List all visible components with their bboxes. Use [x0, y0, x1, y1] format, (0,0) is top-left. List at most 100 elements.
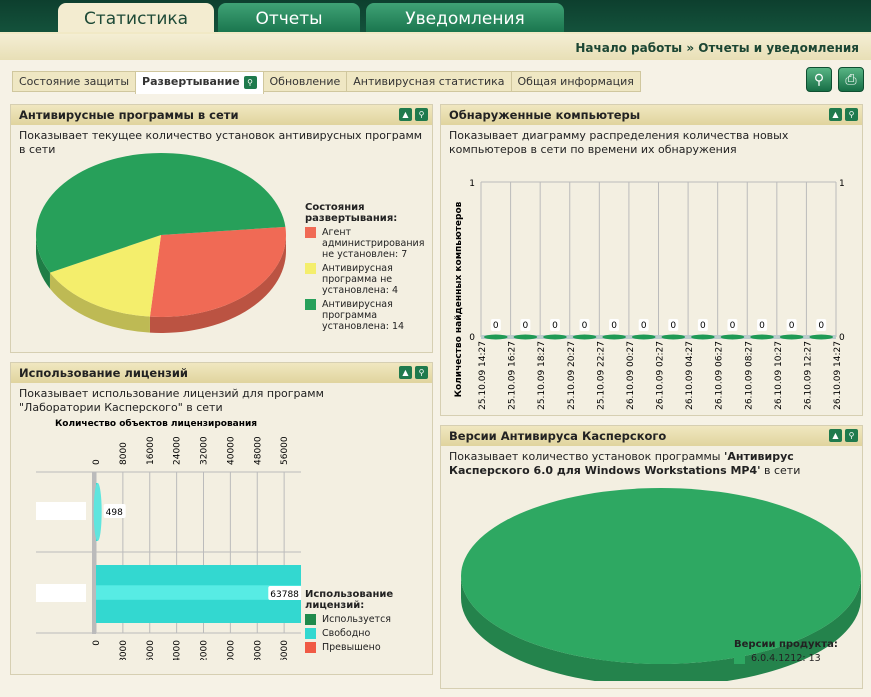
- subtab-deployment[interactable]: Развертывание ⚲: [135, 71, 264, 94]
- legend-label: Свободно: [322, 628, 371, 639]
- collapse-icon[interactable]: ▲: [399, 108, 412, 121]
- tab-statistics[interactable]: Статистика: [58, 3, 214, 34]
- legend-swatch: [305, 227, 316, 238]
- data-label: 0: [552, 321, 558, 331]
- sub-tabs: Состояние защиты Развертывание ⚲ Обновле…: [12, 71, 641, 94]
- license-bar-chart: Количество объектов лицензирования 0 0 8000…: [36, 418, 301, 660]
- panel-description: Показывает количество установок программ…: [441, 446, 862, 482]
- column: [720, 334, 745, 340]
- panel-licenses: Использование лицензий ▲ ⚲ Показывает исп…: [10, 362, 433, 675]
- tick-label-top: 8000: [119, 442, 129, 465]
- pie-slice: [149, 226, 286, 317]
- legend-swatch: [305, 299, 316, 310]
- settings-button[interactable]: ⚲: [806, 67, 832, 92]
- x-tick-label: 26.10.09 12:27: [803, 341, 813, 410]
- tick-label-bottom: 56000: [280, 640, 290, 660]
- wrench-icon[interactable]: ⚲: [415, 108, 428, 121]
- data-label: 0: [759, 321, 765, 331]
- bar-cap: [93, 483, 102, 541]
- tick-label-top: 24000: [173, 436, 183, 465]
- legend-label: Используется: [322, 614, 392, 625]
- data-label: 498: [106, 508, 123, 518]
- data-label: 0: [700, 321, 706, 331]
- desc-text: Показывает количество установок программ…: [449, 450, 724, 463]
- x-tick-label: 26.10.09 14:27: [833, 341, 843, 410]
- x-tick-label: 25.10.09 22:27: [596, 341, 606, 410]
- tick-label-top: 48000: [253, 436, 263, 465]
- x-tick-label: 26.10.09 04:27: [685, 341, 695, 410]
- wrench-icon[interactable]: ⚲: [243, 76, 257, 89]
- collapse-icon[interactable]: ▲: [399, 366, 412, 379]
- pie-legend: Состояния развертывания: Агент администр…: [305, 202, 424, 332]
- legend-item: Превышено: [305, 642, 425, 653]
- data-label: 0: [582, 321, 588, 331]
- redacted-label: [36, 584, 86, 602]
- wrench-icon[interactable]: ⚲: [845, 429, 858, 442]
- redacted-label: [36, 502, 86, 520]
- tick-label-bottom: 8000: [119, 640, 129, 660]
- data-label: 0: [818, 321, 824, 331]
- column: [484, 334, 508, 340]
- subtab-general[interactable]: Общая информация: [510, 71, 641, 92]
- collapse-icon[interactable]: ▲: [829, 108, 842, 121]
- tick-label-bottom: 24000: [173, 640, 183, 660]
- subtab-av-stats[interactable]: Антивирусная статистика: [346, 71, 512, 92]
- legend-item: Агент администрирования не установлен: 7: [305, 227, 424, 260]
- legend-title: Версии продукта:: [734, 639, 838, 650]
- tick-label-top: 32000: [200, 436, 210, 465]
- x-tick-label: 25.10.09 20:27: [567, 341, 577, 410]
- x-tick-label: 26.10.09 08:27: [744, 341, 754, 410]
- tab-reports[interactable]: Отчеты: [218, 3, 360, 34]
- panel-versions: Версии Антивируса Касперского ▲ ⚲ Показыв…: [440, 425, 863, 689]
- x-tick-label: 25.10.09 18:27: [537, 341, 547, 410]
- legend-item: Антивирусная программа установлена: 14: [305, 299, 420, 332]
- tab-notifications[interactable]: Уведомления: [366, 3, 564, 34]
- y-tick-label-right: 0: [839, 333, 845, 343]
- data-label: 0: [789, 321, 795, 331]
- legend-label: Антивирусная программа не установлена: 4: [322, 263, 399, 296]
- tick-label-bottom: 40000: [226, 640, 236, 660]
- panel-title: Обнаруженные компьютеры: [449, 108, 641, 122]
- print-icon: ⎙: [845, 72, 857, 88]
- legend-label: Антивирусная программа установлена: 14: [322, 299, 405, 332]
- x-tick-label: 26.10.09 00:27: [626, 341, 636, 410]
- tick-label-bottom: 48000: [253, 640, 263, 660]
- legend-item: 6.0.4.1212: 13: [734, 653, 854, 664]
- subtab-label: Развертывание: [142, 75, 240, 88]
- subtab-update[interactable]: Обновление: [262, 71, 348, 92]
- column: [631, 334, 656, 340]
- panel-title: Использование лицензий: [19, 366, 188, 380]
- column: [543, 334, 567, 340]
- column: [602, 334, 626, 340]
- wrench-icon[interactable]: ⚲: [845, 108, 858, 121]
- panel-title: Версии Антивируса Касперского: [449, 429, 667, 443]
- column: [691, 334, 715, 340]
- x-tick-label: 26.10.09 10:27: [774, 341, 784, 410]
- breadcrumb[interactable]: Начало работы » Отчеты и уведомления: [575, 41, 859, 55]
- column: [779, 334, 804, 340]
- x-tick-label: 26.10.09 02:27: [656, 341, 666, 410]
- legend-swatch: [734, 653, 745, 664]
- data-label: 0: [730, 321, 736, 331]
- tick-label-top: 16000: [146, 436, 156, 465]
- legend-label: 6.0.4.1212: 13: [751, 653, 821, 664]
- data-label: 63788: [270, 590, 299, 600]
- tick-label-top: 56000: [280, 436, 290, 465]
- tick-label-bottom: 16000: [146, 640, 156, 660]
- wrench-icon[interactable]: ⚲: [415, 366, 428, 379]
- legend-item: Используется: [305, 614, 425, 625]
- legend-swatch: [305, 642, 316, 653]
- collapse-icon[interactable]: ▲: [829, 429, 842, 442]
- panel-antivirus: Антивирусные программы в сети ▲ ⚲ Показыв…: [10, 104, 433, 353]
- data-label: 0: [523, 321, 529, 331]
- tick-label-bottom: 0: [92, 640, 102, 646]
- subtab-protection[interactable]: Состояние защиты: [12, 71, 137, 92]
- header: Начало работы » Отчеты и уведомления: [0, 32, 871, 60]
- tick-label-bottom: 32000: [200, 640, 210, 660]
- versions-legend: Версии продукта: 6.0.4.1212: 13: [734, 639, 854, 664]
- column: [661, 334, 686, 340]
- print-button[interactable]: ⎙: [838, 67, 864, 92]
- legend-title: Использование лицензий:: [305, 589, 394, 611]
- wrench-icon: ⚲: [813, 72, 825, 88]
- data-label: 0: [670, 321, 676, 331]
